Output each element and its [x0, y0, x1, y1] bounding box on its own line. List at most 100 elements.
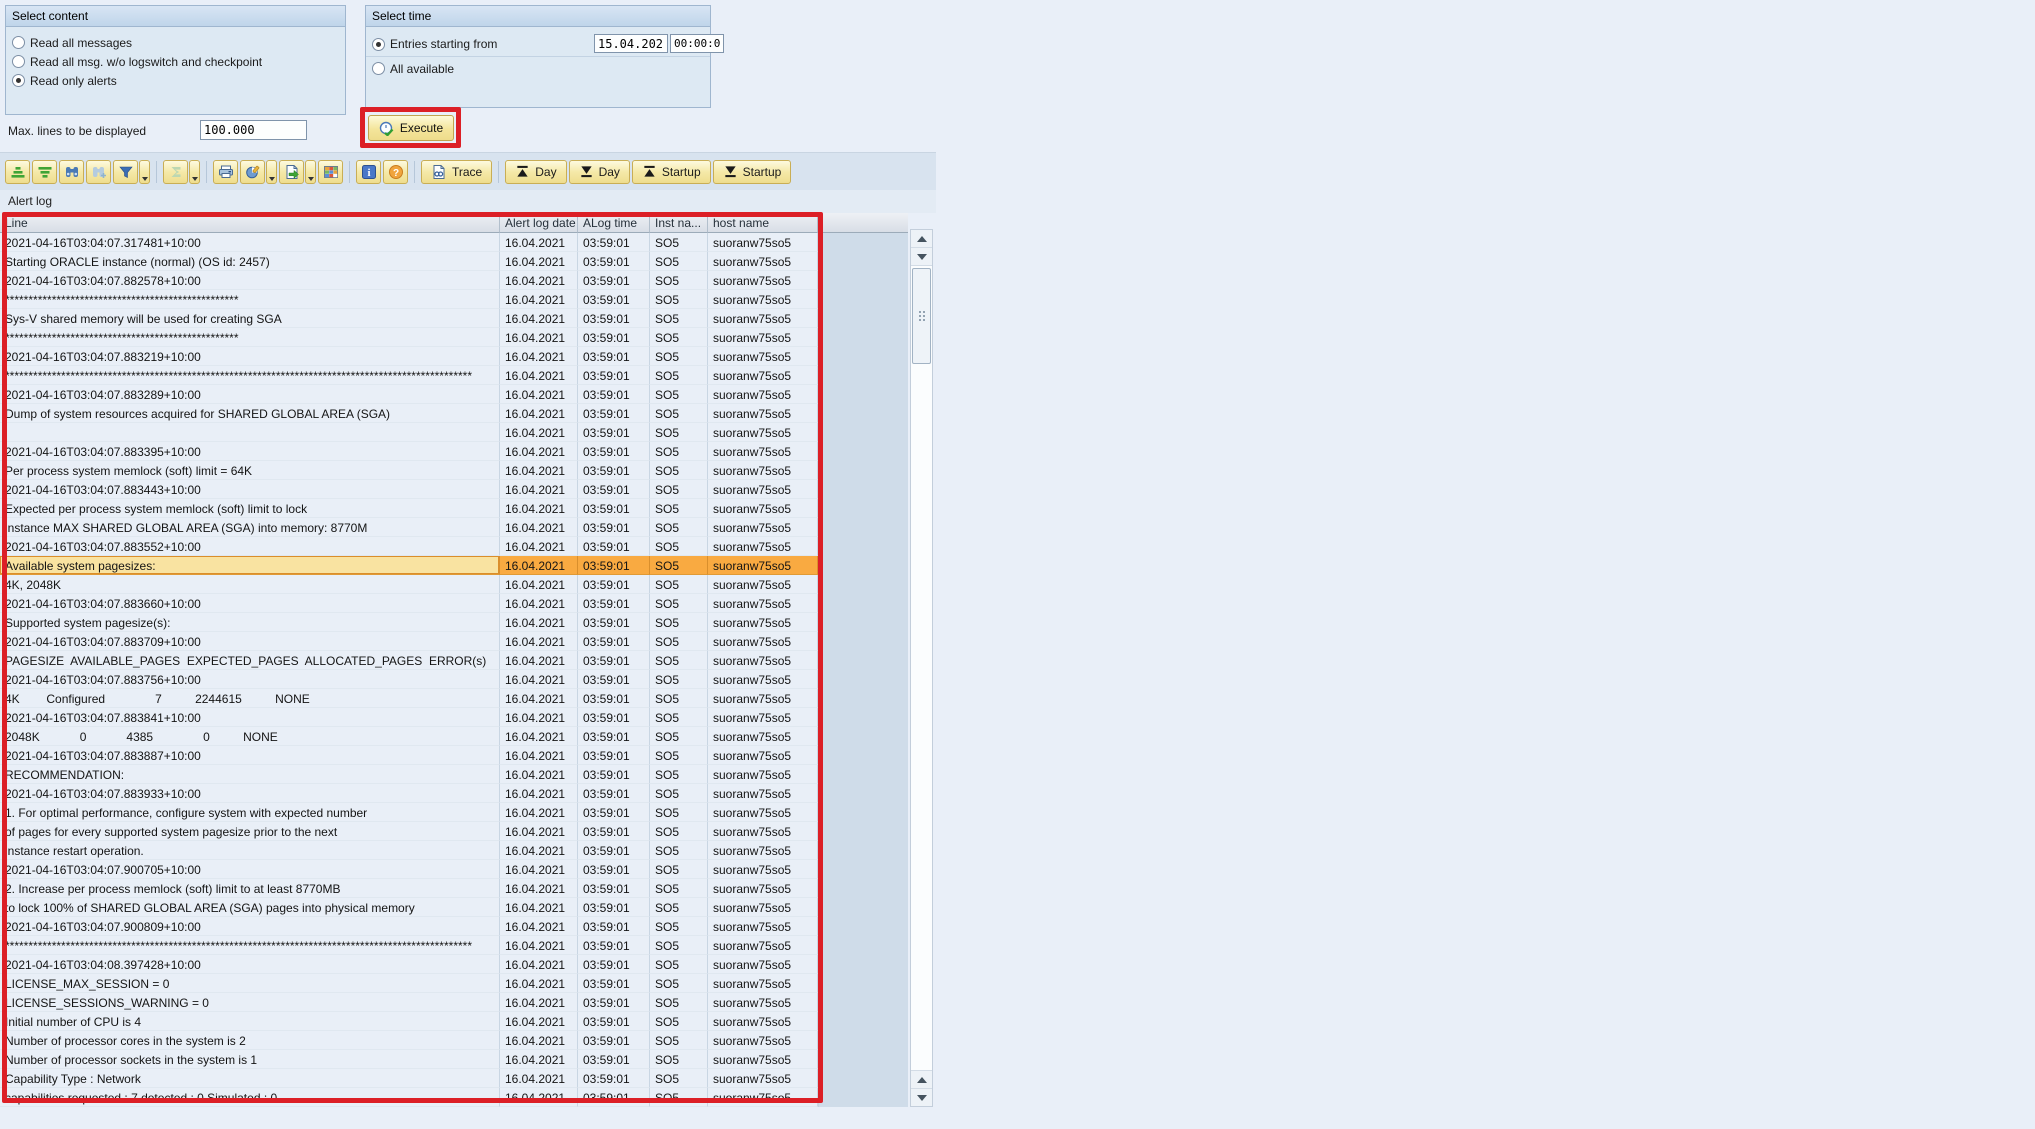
radio-read-all-wo-logswitch[interactable]: Read all msg. w/o logswitch and checkpoi… — [12, 52, 339, 71]
table-cell[interactable]: 03:59:01 — [578, 461, 650, 480]
radio-icon[interactable] — [12, 36, 25, 49]
table-cell[interactable]: of pages for every supported system page… — [0, 822, 500, 841]
table-cell[interactable]: 03:59:01 — [578, 936, 650, 955]
startup-up-button[interactable]: Startup — [632, 160, 711, 184]
table-cell[interactable]: 16.04.2021 — [500, 537, 578, 556]
table-cell[interactable]: SO5 — [650, 594, 708, 613]
table-cell[interactable]: suoranw75so5 — [708, 1012, 818, 1031]
table-row[interactable]: 2021-04-16T03:04:07.883887+10:0016.04.20… — [0, 746, 936, 765]
table-cell[interactable]: 03:59:01 — [578, 518, 650, 537]
table-cell[interactable]: 03:59:01 — [578, 499, 650, 518]
table-cell[interactable]: 2021-04-16T03:04:07.883709+10:00 — [0, 632, 500, 651]
table-cell[interactable]: 03:59:01 — [578, 271, 650, 290]
print-button[interactable] — [213, 160, 238, 184]
table-cell[interactable]: SO5 — [650, 708, 708, 727]
table-cell[interactable]: 16.04.2021 — [500, 404, 578, 423]
table-cell[interactable]: SO5 — [650, 632, 708, 651]
table-cell[interactable]: 03:59:01 — [578, 670, 650, 689]
table-cell[interactable]: ****************************************… — [0, 328, 500, 347]
table-cell[interactable]: Capability Type : Network — [0, 1069, 500, 1088]
table-cell[interactable]: 16.04.2021 — [500, 347, 578, 366]
table-row[interactable]: Starting ORACLE instance (normal) (OS id… — [0, 252, 936, 271]
table-view-button[interactable] — [318, 160, 343, 184]
table-cell[interactable]: SO5 — [650, 404, 708, 423]
table-cell[interactable]: 03:59:01 — [578, 1050, 650, 1069]
table-cell[interactable]: SO5 — [650, 575, 708, 594]
table-cell[interactable]: 16.04.2021 — [500, 955, 578, 974]
table-row[interactable]: 16.04.202103:59:01SO5suoranw75so5 — [0, 423, 936, 442]
table-cell[interactable]: SO5 — [650, 917, 708, 936]
table-cell[interactable]: suoranw75so5 — [708, 575, 818, 594]
table-cell[interactable]: suoranw75so5 — [708, 1031, 818, 1050]
table-cell[interactable]: PAGESIZE AVAILABLE_PAGES EXPECTED_PAGES … — [0, 651, 500, 670]
table-cell[interactable]: suoranw75so5 — [708, 822, 818, 841]
table-row[interactable]: 4K, 2048K16.04.202103:59:01SO5suoranw75s… — [0, 575, 936, 594]
table-cell[interactable]: 16.04.2021 — [500, 917, 578, 936]
scrollbar-up-button-bottom[interactable] — [911, 1070, 932, 1088]
table-cell[interactable]: SO5 — [650, 499, 708, 518]
table-cell[interactable]: 16.04.2021 — [500, 708, 578, 727]
table-cell[interactable]: suoranw75so5 — [708, 898, 818, 917]
table-cell[interactable]: ****************************************… — [0, 936, 500, 955]
table-cell[interactable]: 03:59:01 — [578, 613, 650, 632]
table-cell[interactable]: 03:59:01 — [578, 974, 650, 993]
filter-button[interactable] — [113, 160, 138, 184]
table-cell[interactable]: 2021-04-16T03:04:07.883395+10:00 — [0, 442, 500, 461]
table-cell[interactable]: 16.04.2021 — [500, 271, 578, 290]
table-row[interactable]: 2021-04-16T03:04:08.397428+10:0016.04.20… — [0, 955, 936, 974]
table-cell[interactable]: Supported system pagesize(s): — [0, 613, 500, 632]
table-cell[interactable]: 03:59:01 — [578, 803, 650, 822]
table-row[interactable]: Expected per process system memlock (sof… — [0, 499, 936, 518]
table-cell[interactable]: suoranw75so5 — [708, 385, 818, 404]
table-cell[interactable]: 03:59:01 — [578, 708, 650, 727]
table-cell[interactable]: SO5 — [650, 860, 708, 879]
table-cell[interactable]: SO5 — [650, 1050, 708, 1069]
table-cell[interactable]: 2021-04-16T03:04:07.317481+10:00 — [0, 233, 500, 252]
table-cell[interactable]: SO5 — [650, 328, 708, 347]
table-cell[interactable]: Starting ORACLE instance (normal) (OS id… — [0, 252, 500, 271]
table-cell[interactable]: 16.04.2021 — [500, 632, 578, 651]
table-cell[interactable]: 2021-04-16T03:04:07.883289+10:00 — [0, 385, 500, 404]
table-cell[interactable]: 16.04.2021 — [500, 898, 578, 917]
table-row[interactable]: 2021-04-16T03:04:07.883841+10:0016.04.20… — [0, 708, 936, 727]
table-cell[interactable]: 16.04.2021 — [500, 746, 578, 765]
table-cell[interactable]: suoranw75so5 — [708, 803, 818, 822]
table-cell[interactable]: 2021-04-16T03:04:07.883660+10:00 — [0, 594, 500, 613]
table-cell[interactable]: 03:59:01 — [578, 328, 650, 347]
execute-button[interactable]: Execute — [368, 115, 454, 141]
table-cell[interactable]: SO5 — [650, 727, 708, 746]
scrollbar-thumb[interactable] — [912, 268, 931, 364]
table-cell[interactable]: 03:59:01 — [578, 1012, 650, 1031]
table-row[interactable]: Number of processor cores in the system … — [0, 1031, 936, 1050]
table-row[interactable]: 2021-04-16T03:04:07.883660+10:0016.04.20… — [0, 594, 936, 613]
table-cell[interactable]: 16.04.2021 — [500, 594, 578, 613]
table-cell[interactable]: 16.04.2021 — [500, 689, 578, 708]
table-cell[interactable]: suoranw75so5 — [708, 309, 818, 328]
table-cell[interactable]: suoranw75so5 — [708, 727, 818, 746]
table-row[interactable]: 2021-04-16T03:04:07.883395+10:0016.04.20… — [0, 442, 936, 461]
table-cell[interactable]: suoranw75so5 — [708, 461, 818, 480]
table-cell[interactable]: 16.04.2021 — [500, 974, 578, 993]
day-down-button[interactable]: Day — [569, 160, 630, 184]
table-row[interactable]: RECOMMENDATION:16.04.202103:59:01SO5suor… — [0, 765, 936, 784]
table-cell[interactable]: SO5 — [650, 898, 708, 917]
table-cell[interactable]: Expected per process system memlock (sof… — [0, 499, 500, 518]
radio-entries-starting-from[interactable]: Entries starting from — [372, 33, 704, 55]
table-cell[interactable]: SO5 — [650, 822, 708, 841]
table-row[interactable]: instance restart operation.16.04.202103:… — [0, 841, 936, 860]
radio-read-only-alerts[interactable]: Read only alerts — [12, 71, 339, 90]
filter-dropdown-button[interactable] — [139, 160, 150, 184]
table-cell[interactable]: 16.04.2021 — [500, 575, 578, 594]
scrollbar-down-button[interactable] — [911, 248, 932, 266]
radio-icon[interactable] — [12, 55, 25, 68]
table-cell[interactable]: Number of processor cores in the system … — [0, 1031, 500, 1050]
table-row[interactable]: Dump of system resources acquired for SH… — [0, 404, 936, 423]
table-cell[interactable]: RECOMMENDATION: — [0, 765, 500, 784]
table-cell[interactable]: 2021-04-16T03:04:07.883219+10:00 — [0, 347, 500, 366]
table-cell[interactable]: 2021-04-16T03:04:07.900705+10:00 — [0, 860, 500, 879]
start-date-input[interactable] — [594, 34, 668, 53]
radio-icon[interactable] — [372, 62, 385, 75]
table-row[interactable]: instance MAX SHARED GLOBAL AREA (SGA) in… — [0, 518, 936, 537]
table-cell[interactable]: 03:59:01 — [578, 1088, 650, 1107]
table-cell[interactable]: suoranw75so5 — [708, 1069, 818, 1088]
